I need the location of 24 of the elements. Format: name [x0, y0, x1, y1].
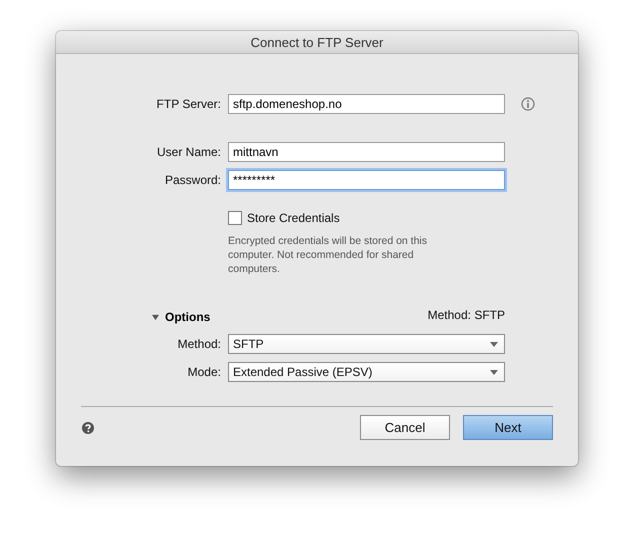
next-button[interactable]: Next [463, 415, 553, 440]
checkbox-label: Store Credentials [247, 211, 340, 225]
server-field[interactable]: sftp.domeneshop.no [228, 94, 505, 114]
method-dropdown[interactable]: SFTP [228, 334, 505, 354]
field-label: Password: [164, 173, 221, 187]
field-label: FTP Server: [156, 97, 221, 111]
help-icon[interactable] [82, 422, 94, 434]
credentials-note: Encrypted credentials will be stored on this computer. Not recommended for shared computers. [228, 234, 428, 276]
window-title: Connect to FTP Server [250, 34, 384, 50]
username-field[interactable]: mittnavn [228, 142, 505, 162]
field-label: User Name: [156, 145, 221, 159]
caret-icon [490, 370, 498, 374]
field-label: Mode: [186, 365, 221, 379]
info-icon[interactable] [521, 97, 535, 111]
disclosure-triangle-icon[interactable] [152, 314, 159, 320]
checkbox-icon[interactable] [228, 211, 242, 225]
method-summary: Method: SFTP [428, 308, 505, 322]
cancel-button[interactable]: Cancel [360, 415, 450, 440]
store-credentials-checkbox[interactable]: Store Credentials [228, 211, 505, 225]
options-toggle[interactable]: Options [152, 310, 210, 324]
mode-dropdown[interactable]: Extended Passive (EPSV) [228, 362, 505, 382]
field-label: Method: [176, 337, 221, 351]
caret-icon [490, 342, 498, 346]
password-field[interactable]: ********* [228, 170, 505, 190]
